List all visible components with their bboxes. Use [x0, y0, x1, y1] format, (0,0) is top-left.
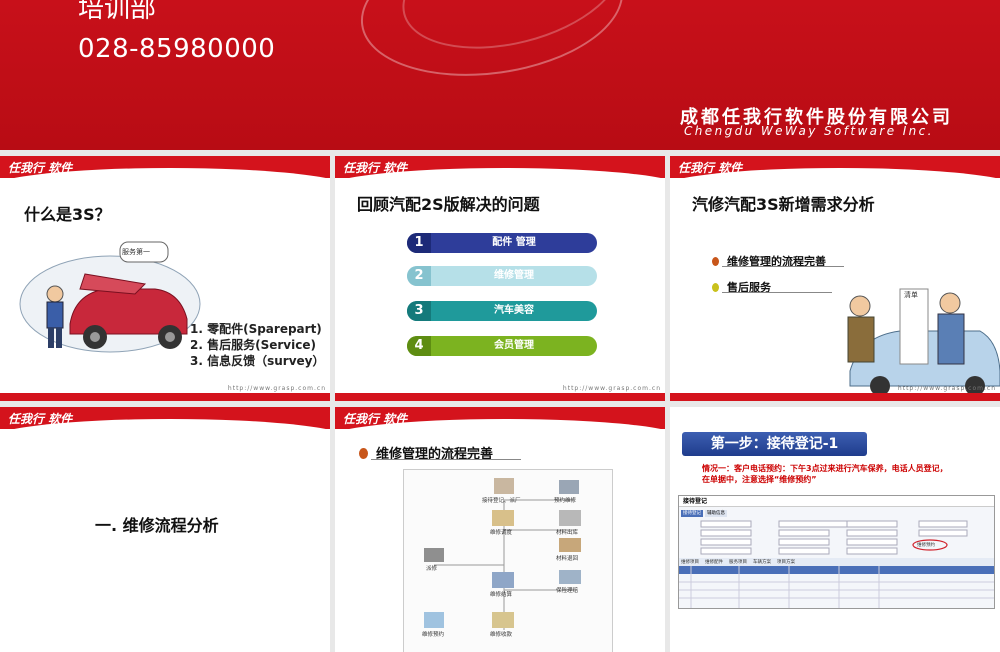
- workflow-node: 维修结算: [490, 592, 513, 598]
- slide-thumbnail-1[interactable]: 任我行 软件 什么是3S？ 服务第一 1. 零配件(Sparepart) 2. …: [0, 156, 330, 401]
- company-name-english: Chengdu WeWay Software Inc.: [684, 124, 934, 138]
- slide-thumbnail-2[interactable]: 任我行 软件 回顾汽配2S版解决的问题 1 配件 管理 2 维修管理 3 汽车美…: [335, 156, 665, 401]
- divider: [722, 266, 844, 267]
- scenario-description: 情况一：客户电话预约：下午3点过来进行汽车保养，电话人员登记， 在单据中，注意选…: [702, 463, 948, 485]
- workflow-node: 派修: [426, 566, 438, 572]
- workflow-node: 预约维修: [554, 498, 577, 504]
- pill-number: 2: [407, 266, 431, 286]
- feature-pill-1: 1 配件 管理: [407, 233, 597, 253]
- list-item: 2. 售后服务(Service): [190, 338, 316, 352]
- slide-footer: [0, 393, 330, 401]
- slide-title: 一. 维修流程分析: [95, 516, 219, 535]
- pill-label: 会员管理: [494, 340, 534, 351]
- pill-label: 汽车美容: [494, 305, 534, 316]
- slide-logo: 任我行 软件: [8, 161, 73, 175]
- slide-footer: [335, 393, 665, 401]
- grid-tab[interactable]: 维修配件: [705, 559, 723, 565]
- slide-title: 回顾汽配2S版解决的问题: [357, 195, 540, 214]
- list-item: 3. 信息反馈（survey）: [190, 354, 325, 368]
- slide-header: 任我行 软件: [0, 407, 330, 459]
- workflow-node: 保险理赔: [556, 588, 579, 594]
- workflow-diagram: 接待登记、派厂 预约维修 维修调度 材料出库 派修 材料退回 维修结算 保险理赔…: [403, 469, 613, 652]
- workflow-node: 材料出库: [556, 530, 579, 536]
- slide-url: http://www.grasp.com.cn: [562, 385, 661, 392]
- department-name: 培训部: [78, 0, 157, 24]
- slide-logo: 任我行 软件: [343, 161, 408, 175]
- phone-number: 028-85980000: [78, 34, 276, 64]
- slide-url: http://www.grasp.com.cn: [897, 385, 996, 392]
- slide-header: 任我行 软件: [670, 156, 1000, 208]
- slide-thumbnail-3[interactable]: 任我行 软件 汽修汽配3S新增需求分析 维修管理的流程完善 售后服务 清单 ht…: [670, 156, 1000, 401]
- slide-header: 任我行 软件: [0, 156, 330, 208]
- slide-header: 任我行 软件: [335, 156, 665, 208]
- slide-thumbnail-5[interactable]: 任我行 软件 维修管理的流程完善 接待登记、派厂 预约维修 维修调度 材料出库 …: [335, 407, 665, 652]
- step-title-badge: 第一步：接待登记-1: [682, 432, 867, 456]
- slide-title: 什么是3S？: [24, 205, 111, 224]
- workflow-node: 维修预约: [422, 632, 445, 638]
- title-slide-banner: 培训部 028-85980000 成都任我行软件股份有限公司 Chengdu W…: [0, 0, 1000, 150]
- pill-label: 维修管理: [494, 270, 534, 281]
- scenario-line: 情况一：客户电话预约：下午3点过来进行汽车保养，电话人员登记，: [702, 464, 948, 473]
- reception-form-screenshot: 接待登记 接待登记 辅助信息 维修项目 维修配件 服务项目 车辆方案 项目方案 …: [678, 495, 995, 609]
- feature-pill-4: 4 会员管理: [407, 336, 597, 356]
- slide-thumbnail-6[interactable]: 第一步：接待登记-1 情况一：客户电话预约：下午3点过来进行汽车保养，电话人员登…: [670, 407, 1000, 652]
- car-mechanic-illustration: [19, 241, 201, 353]
- form-fields: [679, 520, 994, 608]
- workflow-node: 维修调度: [490, 530, 513, 536]
- slide-logo: 任我行 软件: [8, 412, 73, 426]
- grid-tab[interactable]: 服务项目: [729, 559, 747, 565]
- slide-header: 任我行 软件: [335, 407, 665, 459]
- workflow-node: 维修收款: [490, 632, 513, 638]
- pill-number: 3: [407, 301, 431, 321]
- scenario-line: 在单据中，注意选择“维修预约”: [702, 475, 817, 484]
- pill-label: 配件 管理: [492, 237, 536, 248]
- grid-tab[interactable]: 维修项目: [681, 559, 699, 565]
- divider: [722, 292, 832, 293]
- feature-pill-3: 3 汽车美容: [407, 301, 597, 321]
- grid-tab[interactable]: 项目方案: [777, 559, 795, 565]
- divider: [371, 459, 521, 460]
- checklist-label: 清单: [904, 291, 918, 299]
- bullet-icon: [359, 448, 368, 459]
- slide-url: http://www.grasp.com.cn: [227, 385, 326, 392]
- workflow-node: 材料退回: [556, 556, 579, 562]
- slide-title: 汽修汽配3S新增需求分析: [692, 195, 875, 214]
- 3s-definition-list: 1. 零配件(Sparepart) 2. 售后服务(Service) 3. 信息…: [190, 321, 324, 369]
- pill-number: 4: [407, 336, 431, 356]
- slide-footer: [670, 393, 1000, 401]
- list-item: 1. 零配件(Sparepart): [190, 322, 322, 336]
- bullet-icon: [712, 257, 719, 266]
- feature-pill-2: 2 维修管理: [407, 266, 597, 286]
- workflow-node: 接待登记、派厂: [482, 498, 521, 504]
- speech-bubble-text: 服务第一: [122, 248, 150, 256]
- bullet-icon: [712, 283, 719, 292]
- slide-logo: 任我行 软件: [678, 161, 743, 175]
- slide-thumbnail-4[interactable]: 任我行 软件 一. 维修流程分析: [0, 407, 330, 652]
- service-type-selected[interactable]: 维修预约: [917, 542, 935, 548]
- pill-number: 1: [407, 233, 431, 253]
- slide-logo: 任我行 软件: [343, 412, 408, 426]
- grid-tab[interactable]: 车辆方案: [753, 559, 771, 565]
